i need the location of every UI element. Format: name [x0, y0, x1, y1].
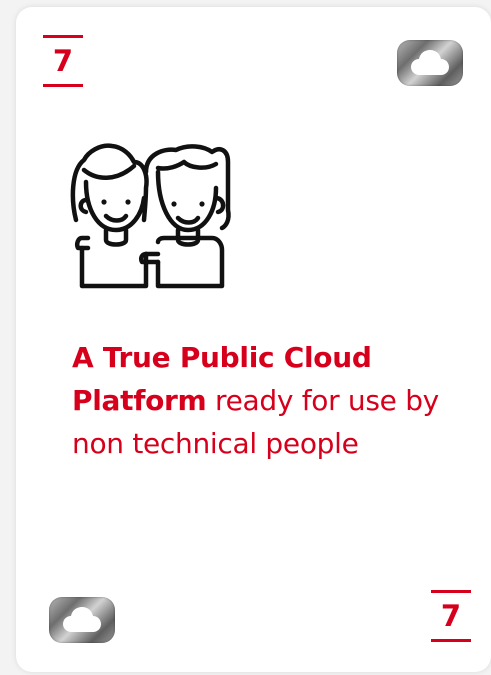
cloud-icon: [397, 40, 463, 86]
two-friends-icon: [70, 143, 231, 289]
rank-bar-bottom: [431, 639, 471, 642]
feature-headline: A True Public Cloud Platform ready for u…: [72, 336, 452, 465]
rank-bar-bottom: [43, 84, 83, 87]
rank-number-bottom: 7: [440, 599, 462, 633]
rank-bottom: 7: [431, 590, 471, 642]
rank-top: 7: [43, 35, 83, 87]
cloud-icon: [49, 597, 115, 643]
rank-number-top: 7: [52, 44, 74, 78]
